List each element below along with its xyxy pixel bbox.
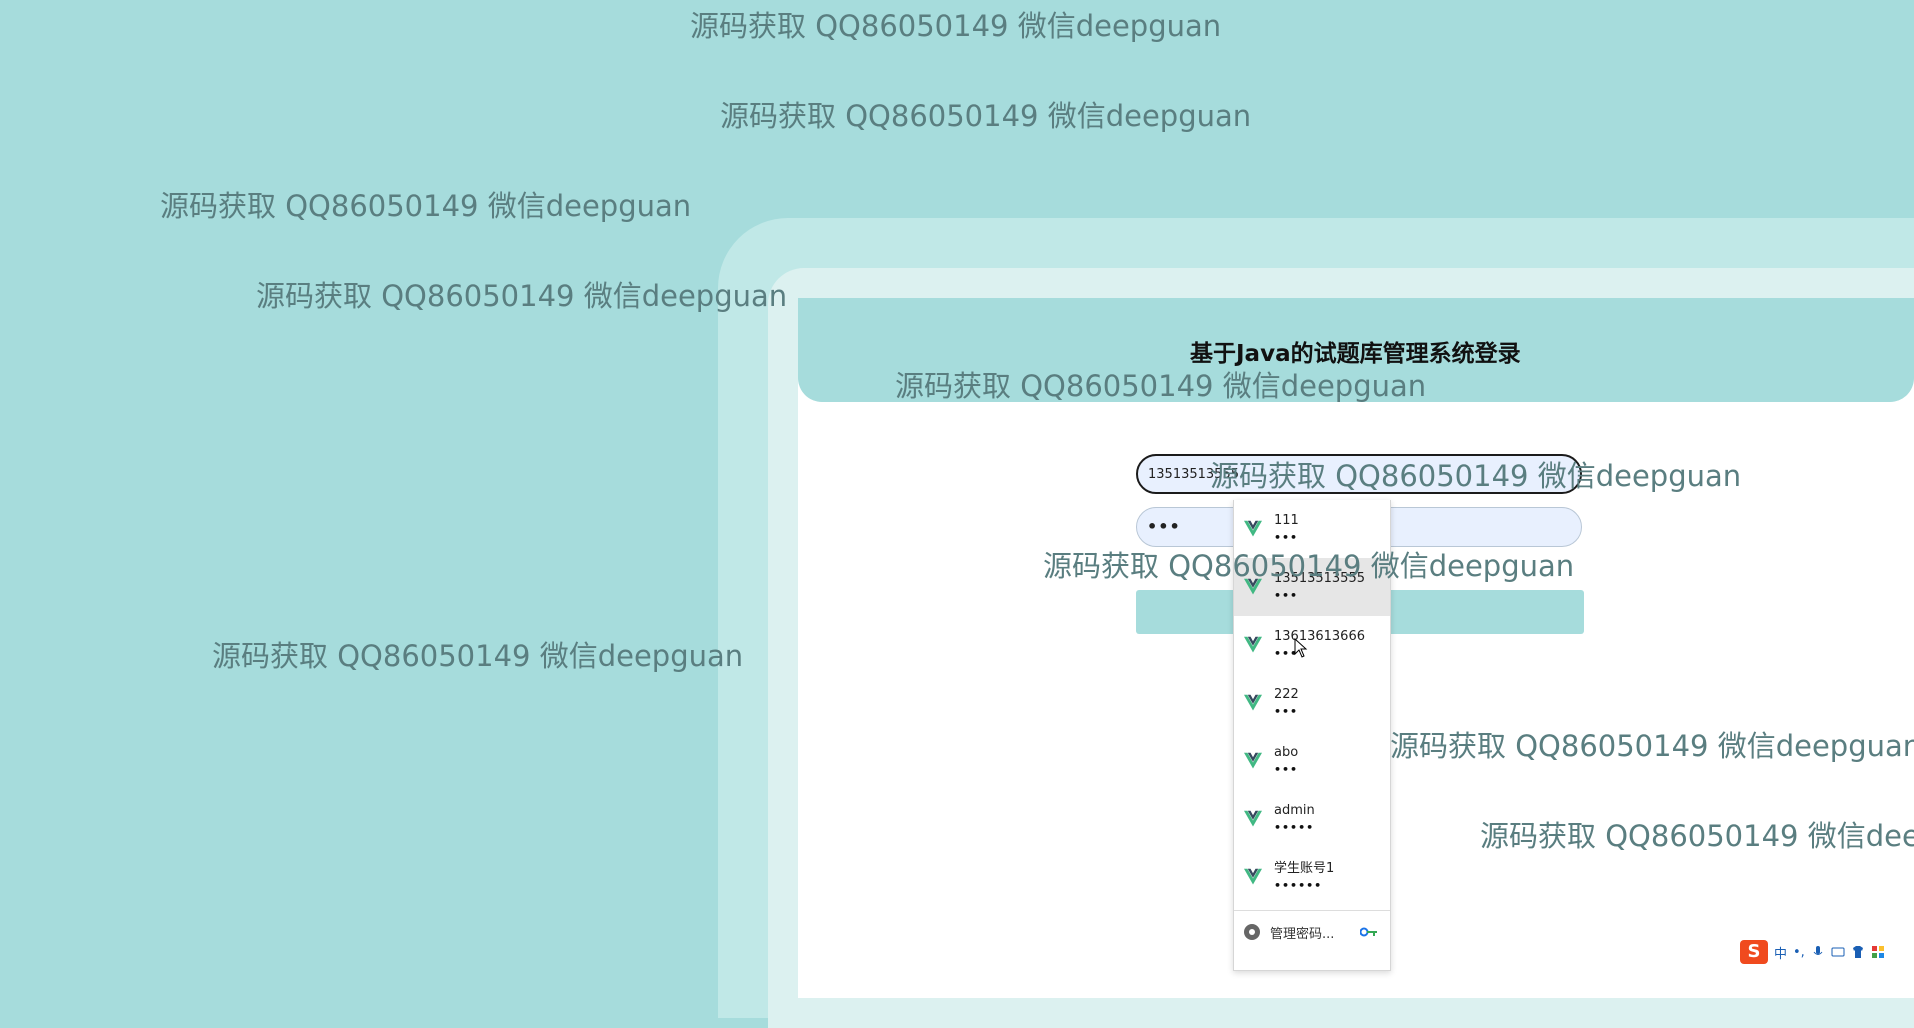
autofill-username: 学生账号1 (1274, 861, 1335, 876)
autofill-password-mask: ••• (1274, 589, 1299, 602)
vue-logo-icon (1244, 810, 1262, 827)
ime-language[interactable]: 中 (1774, 943, 1787, 962)
autofill-username: abo (1274, 745, 1299, 760)
vue-logo-icon (1244, 694, 1262, 711)
watermark-text: 源码获取 QQ86050149 微信deepguan (720, 99, 1252, 133)
key-icon (1360, 927, 1378, 937)
microphone-icon[interactable] (1811, 945, 1825, 959)
autofill-password-mask: ••• (1274, 705, 1299, 718)
mouse-cursor-icon (1294, 638, 1308, 658)
autofill-username: admin (1274, 803, 1315, 818)
ime-toolbar: S 中 •, (1740, 940, 1914, 964)
watermark-text: 源码获取 QQ86050149 微信deepguan (690, 9, 1222, 43)
vue-logo-icon (1244, 578, 1262, 595)
keyboard-icon[interactable] (1831, 945, 1845, 959)
autofill-item[interactable]: 学生账号1 •••••• (1234, 848, 1390, 906)
ime-punctuation[interactable]: •, (1793, 945, 1805, 960)
autofill-item[interactable]: 13513513555 ••• (1234, 558, 1390, 616)
manage-passwords-label: 管理密码... (1270, 926, 1335, 942)
autofill-item[interactable]: 222 ••• (1234, 674, 1390, 732)
autofill-password-mask: ••• (1274, 763, 1299, 776)
autofill-username: 222 (1274, 687, 1299, 702)
vue-logo-icon (1244, 752, 1262, 769)
page-title: 基于Java的试题库管理系统登录 (1190, 341, 1521, 367)
autofill-username: 13613613666 (1274, 629, 1365, 644)
autofill-item[interactable]: 13613613666 ••• (1234, 616, 1390, 674)
shirt-icon[interactable] (1851, 945, 1865, 959)
autofill-item[interactable]: abo ••• (1234, 732, 1390, 790)
autofill-dropdown: 111 ••• 13513513555 ••• 13613613666 ••• 222… (1233, 500, 1391, 971)
autofill-item[interactable]: admin ••••• (1234, 790, 1390, 848)
watermark-text: 源码获取 QQ86050149 微信deepguan (256, 279, 788, 313)
chrome-icon (1244, 924, 1260, 940)
manage-passwords-button[interactable]: 管理密码... (1234, 911, 1390, 953)
vue-logo-icon (1244, 520, 1262, 537)
autofill-password-mask: ••••• (1274, 821, 1315, 834)
autofill-username: 111 (1274, 513, 1299, 528)
vue-logo-icon (1244, 868, 1262, 885)
apps-grid-icon[interactable] (1871, 945, 1885, 959)
autofill-password-mask: ••• (1274, 531, 1299, 544)
sogou-logo-icon[interactable]: S (1740, 940, 1768, 964)
watermark-text: 源码获取 QQ86050149 微信deepguan (212, 639, 744, 673)
username-input[interactable] (1136, 454, 1582, 494)
autofill-password-mask: •••••• (1274, 879, 1323, 892)
autofill-username: 13513513555 (1274, 571, 1365, 586)
watermark-text: 源码获取 QQ86050149 微信deepguan (160, 189, 692, 223)
autofill-item[interactable]: 111 ••• (1234, 500, 1390, 558)
autofill-password-mask: ••• (1274, 647, 1299, 660)
vue-logo-icon (1244, 636, 1262, 653)
